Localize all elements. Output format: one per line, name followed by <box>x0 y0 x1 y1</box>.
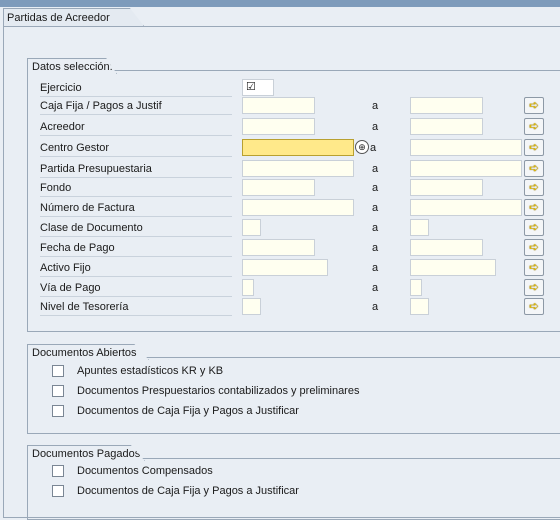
via-pago-to-label: a <box>372 282 379 294</box>
fecha-pago-to-input[interactable] <box>410 239 483 256</box>
via-pago-label: Vía de Pago <box>40 280 232 297</box>
nivel-tesoreria-multi-button[interactable]: ➪ <box>524 298 544 315</box>
arrow-right-icon: ➪ <box>528 299 540 313</box>
nivel-tesoreria-label: Nivel de Tesorería <box>40 299 232 316</box>
caja-fija-multi-button[interactable]: ➪ <box>524 97 544 114</box>
numero-factura-label: Número de Factura <box>40 200 232 217</box>
caja-fija-to-label: a <box>372 100 379 112</box>
fondo-to-label: a <box>372 182 379 194</box>
clase-documento-from-input[interactable] <box>242 219 261 236</box>
apuntes-label: Apuntes estadísticos KR y KB <box>77 365 224 377</box>
via-pago-multi-button[interactable]: ➪ <box>524 279 544 296</box>
activo-fijo-from-input[interactable] <box>242 259 328 276</box>
numero-factura-multi-button[interactable]: ➪ <box>524 199 544 216</box>
caja-fija-label: Caja Fija / Pagos a Justif <box>40 98 232 115</box>
arrow-right-icon: ➪ <box>528 240 540 254</box>
caja-fija-abiertos-label: Documentos de Caja Fija y Pagos a Justif… <box>77 405 299 417</box>
caja-fija-pagados-checkbox[interactable] <box>52 485 64 497</box>
documentos-pagados-title: Documentos Pagados <box>27 445 145 461</box>
caja-fija-to-input[interactable] <box>410 97 483 114</box>
fondo-to-input[interactable] <box>410 179 483 196</box>
matchcode-icon[interactable]: ⊕ <box>355 140 369 154</box>
arrow-right-icon: ➪ <box>528 220 540 234</box>
arrow-right-icon: ➪ <box>528 140 540 154</box>
activo-fijo-to-label: a <box>372 262 379 274</box>
compensados-checkbox[interactable] <box>52 465 64 477</box>
apuntes-checkbox[interactable] <box>52 365 64 377</box>
arrow-right-icon: ➪ <box>528 180 540 194</box>
fondo-label: Fondo <box>40 180 232 197</box>
numero-factura-to-label: a <box>372 202 379 214</box>
title-bar <box>0 0 560 7</box>
partida-label: Partida Presupuestaria <box>40 161 232 178</box>
fecha-pago-from-input[interactable] <box>242 239 315 256</box>
nivel-tesoreria-to-label: a <box>372 301 379 313</box>
clase-documento-to-label: a <box>372 222 379 234</box>
acreedor-to-label: a <box>372 121 379 133</box>
arrow-right-icon: ➪ <box>528 161 540 175</box>
centro-gestor-to-input[interactable] <box>410 139 522 156</box>
fecha-pago-label: Fecha de Pago <box>40 240 232 257</box>
numero-factura-to-input[interactable] <box>410 199 522 216</box>
documentos-abiertos-title: Documentos Abiertos <box>27 344 149 360</box>
via-pago-from-input[interactable] <box>242 279 254 296</box>
arrow-right-icon: ➪ <box>528 98 540 112</box>
arrow-right-icon: ➪ <box>528 280 540 294</box>
via-pago-to-input[interactable] <box>410 279 422 296</box>
clase-documento-label: Clase de Documento <box>40 220 232 237</box>
acreedor-label: Acreedor <box>40 119 232 136</box>
ejercicio-label: Ejercicio <box>40 80 232 97</box>
centro-gestor-from-input[interactable] <box>242 139 354 156</box>
partida-to-label: a <box>372 163 379 175</box>
fecha-pago-to-label: a <box>372 242 379 254</box>
nivel-tesoreria-to-input[interactable] <box>410 298 429 315</box>
acreedor-multi-button[interactable]: ➪ <box>524 118 544 135</box>
main-tab[interactable]: Partidas de Acreedor <box>3 8 144 26</box>
activo-fijo-multi-button[interactable]: ➪ <box>524 259 544 276</box>
ejercicio-checkbox[interactable]: ☑ <box>242 79 274 96</box>
arrow-right-icon: ➪ <box>528 200 540 214</box>
nivel-tesoreria-from-input[interactable] <box>242 298 261 315</box>
activo-fijo-label: Activo Fijo <box>40 260 232 277</box>
arrow-right-icon: ➪ <box>528 119 540 133</box>
fecha-pago-multi-button[interactable]: ➪ <box>524 239 544 256</box>
prespuestarios-checkbox[interactable] <box>52 385 64 397</box>
clase-documento-to-input[interactable] <box>410 219 429 236</box>
clase-documento-multi-button[interactable]: ➪ <box>524 219 544 236</box>
numero-factura-from-input[interactable] <box>242 199 354 216</box>
acreedor-to-input[interactable] <box>410 118 483 135</box>
acreedor-from-input[interactable] <box>242 118 315 135</box>
centro-gestor-multi-button[interactable]: ➪ <box>524 139 544 156</box>
datos-seleccion-title: Datos selección: <box>27 58 117 74</box>
caja-fija-pagados-label: Documentos de Caja Fija y Pagos a Justif… <box>77 485 299 497</box>
partida-multi-button[interactable]: ➪ <box>524 160 544 177</box>
caja-fija-abiertos-checkbox[interactable] <box>52 405 64 417</box>
activo-fijo-to-input[interactable] <box>410 259 496 276</box>
centro-gestor-label: Centro Gestor <box>40 140 232 157</box>
fondo-multi-button[interactable]: ➪ <box>524 179 544 196</box>
partida-to-input[interactable] <box>410 160 522 177</box>
prespuestarios-label: Documentos Prespuestarios contabilizados… <box>77 385 360 397</box>
centro-gestor-to-label: a <box>370 142 377 154</box>
caja-fija-from-input[interactable] <box>242 97 315 114</box>
compensados-label: Documentos Compensados <box>77 465 213 477</box>
fondo-from-input[interactable] <box>242 179 315 196</box>
partida-from-input[interactable] <box>242 160 354 177</box>
arrow-right-icon: ➪ <box>528 260 540 274</box>
